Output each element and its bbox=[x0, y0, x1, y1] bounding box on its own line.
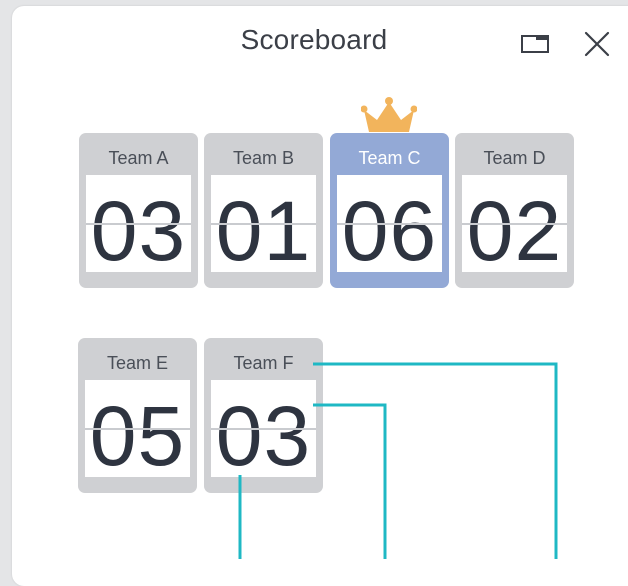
close-button[interactable] bbox=[582, 30, 612, 60]
score-flip-display: 03 bbox=[86, 175, 191, 272]
team-card-b[interactable]: Team B 01 bbox=[204, 133, 323, 288]
team-score: 05 bbox=[89, 389, 186, 477]
score-flip-display: 03 bbox=[211, 380, 316, 477]
team-score: 03 bbox=[90, 184, 187, 272]
team-card-a[interactable]: Team A 03 bbox=[79, 133, 198, 288]
team-name: Team F bbox=[233, 353, 294, 373]
team-name: Team B bbox=[232, 148, 295, 168]
flip-divider bbox=[85, 428, 190, 430]
window-minimize-icon bbox=[521, 35, 549, 53]
team-name: Team A bbox=[108, 148, 169, 168]
score-flip-display: 06 bbox=[337, 175, 442, 272]
team-name: Team C bbox=[358, 148, 421, 168]
team-score: 03 bbox=[215, 389, 312, 477]
score-flip-display: 01 bbox=[211, 175, 316, 272]
flip-divider bbox=[211, 428, 316, 430]
crown-icon bbox=[361, 97, 417, 132]
minimize-button[interactable] bbox=[520, 30, 550, 60]
flip-divider bbox=[462, 223, 567, 225]
flip-divider bbox=[211, 223, 316, 225]
team-name: Team E bbox=[106, 353, 169, 373]
scoreboard-window bbox=[12, 6, 628, 586]
team-score: 02 bbox=[466, 184, 563, 272]
score-flip-display: 02 bbox=[462, 175, 567, 272]
team-card-c[interactable]: Team C 06 bbox=[330, 133, 449, 288]
team-card-d[interactable]: Team D 02 bbox=[455, 133, 574, 288]
team-name: Team D bbox=[483, 148, 546, 168]
close-icon bbox=[584, 31, 610, 57]
team-score: 01 bbox=[215, 184, 312, 272]
team-card-e[interactable]: Team E 05 bbox=[78, 338, 197, 493]
flip-divider bbox=[86, 223, 191, 225]
team-score: 06 bbox=[341, 184, 438, 272]
team-card-f[interactable]: Team F 03 bbox=[204, 338, 323, 493]
score-flip-display: 05 bbox=[85, 380, 190, 477]
flip-divider bbox=[337, 223, 442, 225]
